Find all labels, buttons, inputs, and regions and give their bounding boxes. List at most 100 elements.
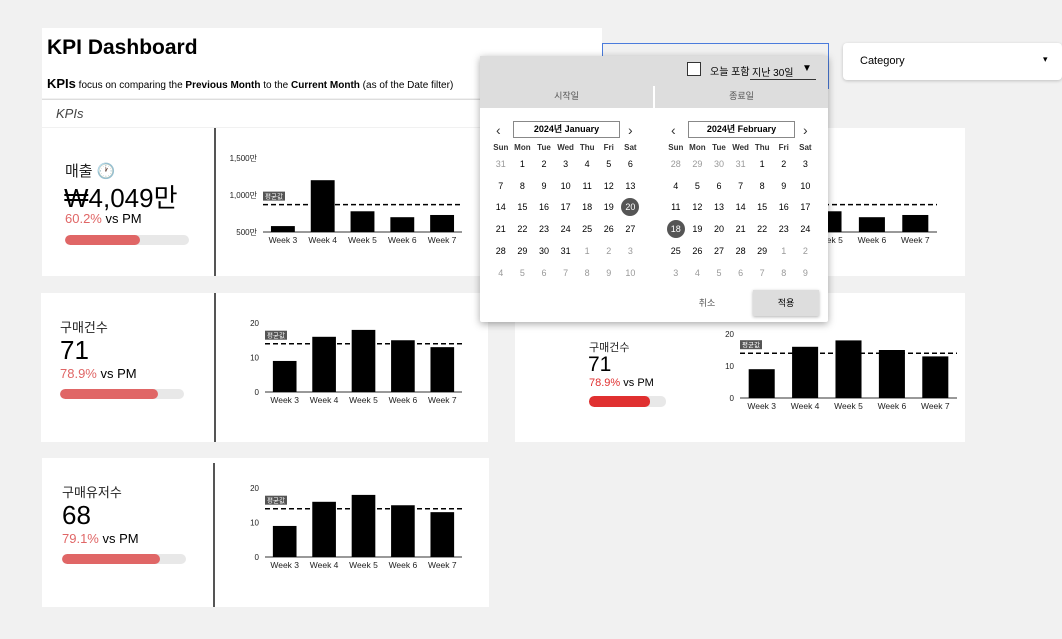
include-today-checkbox[interactable]: [687, 62, 701, 76]
calendar-day[interactable]: 31: [555, 240, 577, 262]
calendar-day[interactable]: 7: [730, 175, 752, 197]
calendar-day[interactable]: 8: [751, 175, 773, 197]
calendar-day[interactable]: 28: [665, 153, 687, 175]
calendar-day[interactable]: 23: [533, 218, 555, 240]
calendar-day[interactable]: 21: [490, 218, 512, 240]
calendar-day[interactable]: 11: [665, 197, 687, 219]
calendar-day[interactable]: 5: [687, 175, 709, 197]
calendar-day[interactable]: 8: [773, 262, 795, 284]
calendar-day[interactable]: 21: [730, 218, 752, 240]
calendar-day[interactable]: 25: [665, 240, 687, 262]
calendar-day[interactable]: 7: [555, 262, 577, 284]
prev-month-icon[interactable]: ‹: [496, 123, 501, 137]
calendar-day[interactable]: 9: [773, 175, 795, 197]
left-month-select[interactable]: 2024년 January: [513, 121, 620, 138]
kpi-label: 구매유저수: [62, 485, 122, 500]
calendar-day[interactable]: 1: [773, 240, 795, 262]
calendar-day[interactable]: 3: [665, 262, 687, 284]
calendar-day[interactable]: 6: [620, 153, 642, 175]
calendar-day[interactable]: 4: [490, 262, 512, 284]
calendar-day[interactable]: 7: [751, 262, 773, 284]
calendar-day[interactable]: 13: [708, 197, 730, 219]
range-select[interactable]: 지난 30일 ▼: [750, 60, 816, 80]
calendar-day[interactable]: 2: [598, 240, 620, 262]
y-tick-label: 10: [250, 519, 259, 528]
calendar-day[interactable]: 9: [795, 262, 817, 284]
calendar-day[interactable]: 12: [598, 175, 620, 197]
calendar-day[interactable]: 5: [708, 262, 730, 284]
calendar-day[interactable]: 1: [512, 153, 534, 175]
calendar-day[interactable]: 10: [555, 175, 577, 197]
calendar-day[interactable]: 22: [751, 218, 773, 240]
tab-start-date[interactable]: 시작일: [480, 84, 653, 108]
calendar-day[interactable]: 6: [533, 262, 555, 284]
calendar-day[interactable]: 6: [708, 175, 730, 197]
calendar-day[interactable]: 27: [708, 240, 730, 262]
calendar-day[interactable]: 20: [708, 218, 730, 240]
calendar-day[interactable]: 19: [687, 218, 709, 240]
calendar-day[interactable]: 1: [576, 240, 598, 262]
calendar-day[interactable]: 7: [490, 175, 512, 197]
category-dropdown[interactable]: Category ▾: [843, 43, 1062, 80]
calendar-day[interactable]: 27: [620, 218, 642, 240]
calendar-day[interactable]: 1: [751, 153, 773, 175]
prev-month-icon[interactable]: ‹: [671, 123, 676, 137]
apply-button[interactable]: 적용: [753, 290, 819, 316]
calendar-day[interactable]: 18: [665, 218, 687, 240]
calendar-day[interactable]: 26: [598, 218, 620, 240]
calendar-day[interactable]: 17: [795, 197, 817, 219]
calendar-day[interactable]: 15: [751, 197, 773, 219]
calendar-day[interactable]: 10: [620, 262, 642, 284]
next-month-icon[interactable]: ›: [803, 123, 808, 137]
calendar-day[interactable]: 30: [533, 240, 555, 262]
calendar-day[interactable]: 3: [620, 240, 642, 262]
calendar-day[interactable]: 18: [576, 197, 598, 219]
calendar-day[interactable]: 28: [730, 240, 752, 262]
calendar-day[interactable]: 25: [576, 218, 598, 240]
calendar-day[interactable]: 22: [512, 218, 534, 240]
calendar-day[interactable]: 14: [730, 197, 752, 219]
calendar-day[interactable]: 31: [730, 153, 752, 175]
calendar-day[interactable]: 2: [533, 153, 555, 175]
calendar-day[interactable]: 6: [730, 262, 752, 284]
calendar-day[interactable]: 30: [708, 153, 730, 175]
calendar-day[interactable]: 11: [576, 175, 598, 197]
cancel-button[interactable]: 취소: [680, 292, 734, 314]
calendar-day[interactable]: 8: [512, 175, 534, 197]
calendar-day[interactable]: 20: [620, 197, 642, 219]
calendar-day[interactable]: 2: [795, 240, 817, 262]
calendar-day[interactable]: 9: [598, 262, 620, 284]
calendar-day[interactable]: 13: [620, 175, 642, 197]
calendar-day[interactable]: 29: [512, 240, 534, 262]
calendar-day[interactable]: 3: [555, 153, 577, 175]
next-month-icon[interactable]: ›: [628, 123, 633, 137]
calendar-day[interactable]: 23: [773, 218, 795, 240]
calendar-day[interactable]: 5: [598, 153, 620, 175]
calendar-day[interactable]: 10: [795, 175, 817, 197]
calendar-day[interactable]: 4: [687, 262, 709, 284]
calendar-day[interactable]: 28: [490, 240, 512, 262]
calendar-day[interactable]: 14: [490, 197, 512, 219]
calendar-day[interactable]: 12: [687, 197, 709, 219]
tab-end-date[interactable]: 종료일: [655, 84, 828, 108]
calendar-day[interactable]: 9: [533, 175, 555, 197]
calendar-day[interactable]: 4: [576, 153, 598, 175]
calendar-day[interactable]: 8: [576, 262, 598, 284]
calendar-day[interactable]: 19: [598, 197, 620, 219]
calendar-day[interactable]: 24: [555, 218, 577, 240]
calendar-day[interactable]: 17: [555, 197, 577, 219]
calendar-day[interactable]: 26: [687, 240, 709, 262]
calendar-day[interactable]: 2: [773, 153, 795, 175]
calendar-day[interactable]: 16: [773, 197, 795, 219]
calendar-day[interactable]: 29: [687, 153, 709, 175]
calendar-day[interactable]: 31: [490, 153, 512, 175]
right-month-select[interactable]: 2024년 February: [688, 121, 795, 138]
calendar-day[interactable]: 16: [533, 197, 555, 219]
bar: [391, 340, 415, 392]
calendar-day[interactable]: 4: [665, 175, 687, 197]
calendar-day[interactable]: 15: [512, 197, 534, 219]
calendar-day[interactable]: 29: [751, 240, 773, 262]
calendar-day[interactable]: 5: [512, 262, 534, 284]
calendar-day[interactable]: 24: [795, 218, 817, 240]
calendar-day[interactable]: 3: [795, 153, 817, 175]
